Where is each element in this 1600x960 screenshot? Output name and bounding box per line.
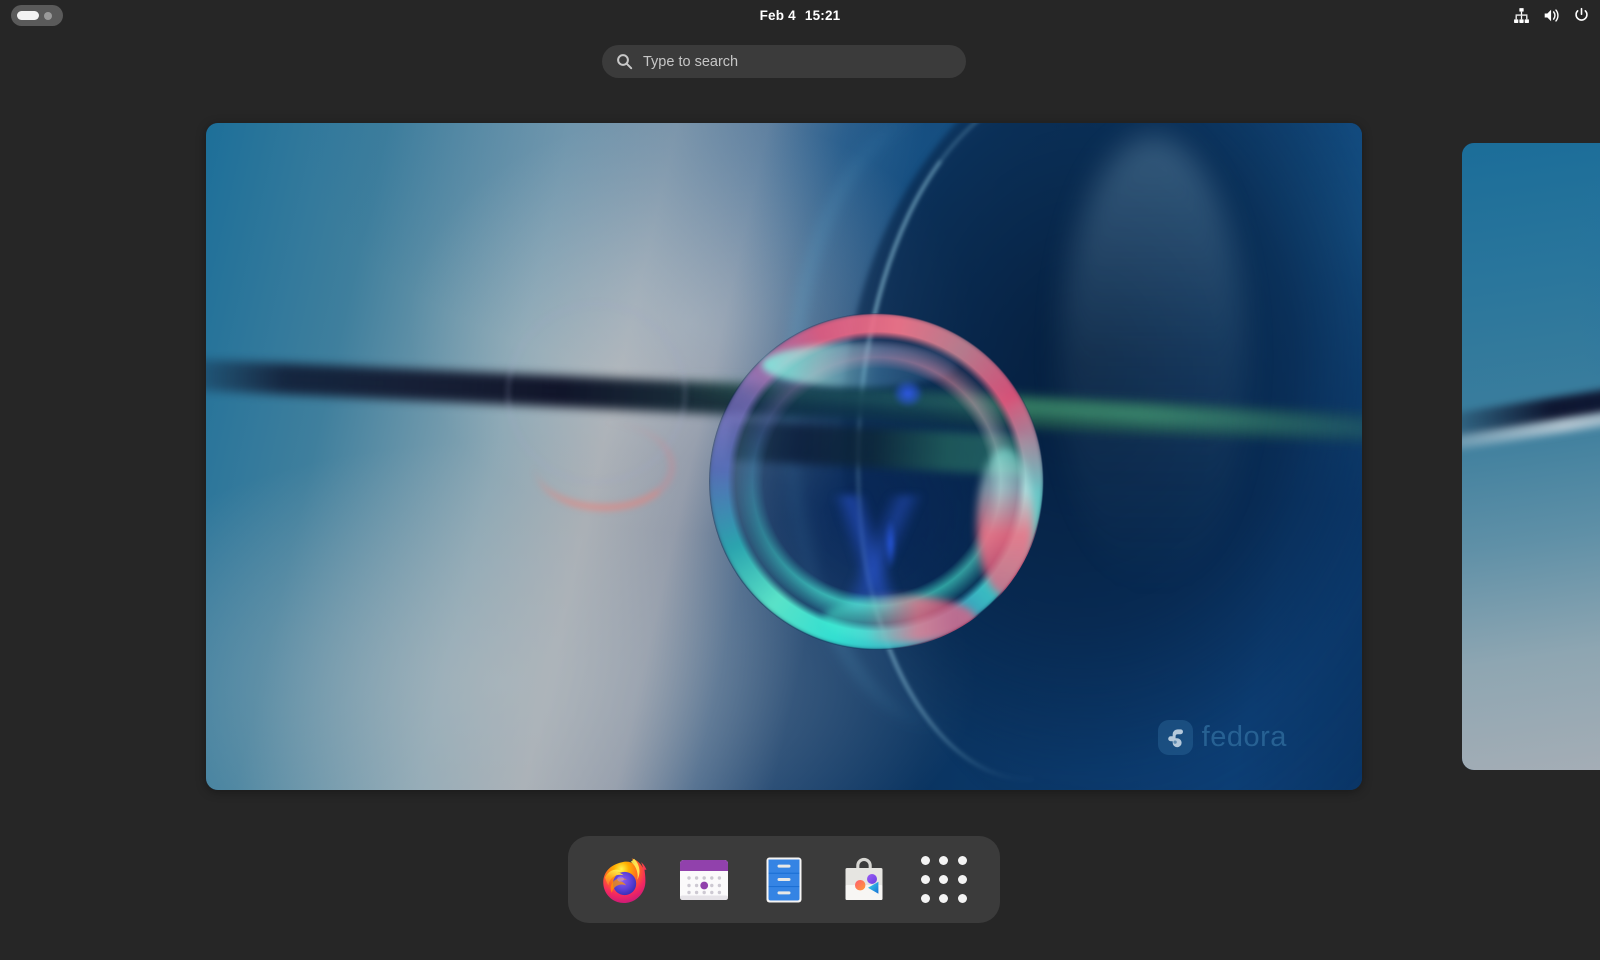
wallpaper-fedora-bubbles-next <box>1462 143 1600 770</box>
gnome-overview-screen: Feb 4 15:21 <box>0 0 1600 960</box>
search-input[interactable]: Type to search <box>602 45 966 78</box>
status-area[interactable] <box>1513 0 1590 31</box>
wallpaper-gradient-base-next <box>1462 143 1600 770</box>
dash-item-calendar[interactable] <box>665 841 743 919</box>
workspace-switcher[interactable] <box>11 5 63 26</box>
apps-grid-icon <box>920 856 968 904</box>
clock-time: 15:21 <box>805 8 841 23</box>
bubble-right-iridescence <box>977 448 1034 596</box>
workspace-dot-inactive[interactable] <box>44 12 52 20</box>
clock-date: Feb 4 <box>760 8 796 23</box>
search-icon <box>616 53 633 70</box>
workspace-dot-active[interactable] <box>17 11 39 20</box>
workspace-thumbnail-active[interactable]: fedora <box>206 123 1362 790</box>
files-icon <box>758 854 810 906</box>
dash-item-firefox[interactable] <box>585 841 663 919</box>
top-bar: Feb 4 15:21 <box>0 0 1600 31</box>
fedora-logo-icon <box>1158 720 1193 755</box>
wallpaper-main-bubble <box>709 313 1044 650</box>
power-icon[interactable] <box>1573 7 1590 24</box>
show-applications-button[interactable] <box>905 841 983 919</box>
workspace-thumbnail-next[interactable] <box>1462 143 1600 770</box>
dash <box>568 836 1000 923</box>
wallpaper-fedora-bubbles: fedora <box>206 123 1362 790</box>
fedora-watermark-text: fedora <box>1202 721 1287 754</box>
bubble-top-streak <box>762 343 956 387</box>
wired-network-icon[interactable] <box>1513 7 1530 24</box>
dash-item-files[interactable] <box>745 841 823 919</box>
calendar-icon <box>678 854 730 906</box>
clock-button[interactable]: Feb 4 15:21 <box>0 0 1600 31</box>
software-icon <box>838 854 890 906</box>
volume-icon[interactable] <box>1543 7 1560 24</box>
fedora-watermark: fedora <box>1158 720 1287 755</box>
firefox-icon <box>596 852 652 908</box>
search-placeholder: Type to search <box>643 54 738 70</box>
calendar-today-marker <box>700 881 708 889</box>
bubble-bottom-iridescence <box>823 596 977 643</box>
wallpaper-ghost-bubble-pink-arc <box>535 423 674 510</box>
dash-item-software[interactable] <box>825 841 903 919</box>
